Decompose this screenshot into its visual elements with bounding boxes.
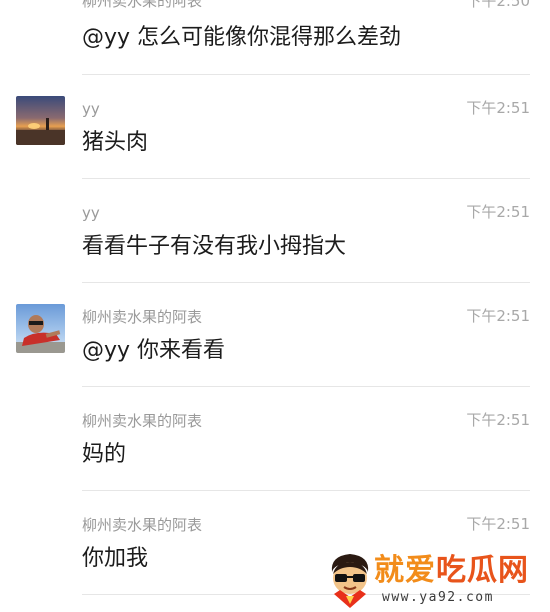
watermark-title-part1: 就爱 [374, 553, 436, 588]
sunset-photo-icon [16, 96, 65, 145]
message-time: 下午2:51 [466, 411, 530, 429]
message-text: 你加我 [82, 546, 149, 571]
message-text: @yy 怎么可能像你混得那么差劲 [82, 25, 402, 50]
message-sender: 柳州卖水果的阿表 [82, 308, 203, 326]
message-text: 看看牛子有没有我小拇指大 [82, 234, 347, 259]
chat-message[interactable]: 柳州卖水果的阿表 下午2:51 @yy 你来看看 [0, 283, 550, 386]
message-time: 下午2:51 [466, 307, 530, 325]
avatar[interactable] [16, 96, 65, 145]
message-sender: 柳州卖水果的阿表 [82, 516, 203, 534]
chat-message[interactable]: yy 下午2:51 猪头肉 [0, 75, 550, 178]
message-text: 妈的 [82, 442, 127, 467]
message-sender: 柳州卖水果的阿表 [82, 0, 203, 10]
message-sender: yy [82, 204, 100, 222]
message-sender: yy [82, 100, 100, 118]
chat-message-list[interactable]: 柳州卖水果的阿表 下午2:50 @yy 怎么可能像你混得那么差劲 yy 下午2:… [0, 0, 550, 609]
watermark-title-part2: 吃瓜网 [436, 553, 529, 588]
message-time: 下午2:51 [466, 99, 530, 117]
message-time: 下午2:50 [466, 0, 530, 10]
chat-message[interactable]: yy 下午2:51 看看牛子有没有我小拇指大 [0, 179, 550, 282]
watermark-title: 就爱吃瓜网 [374, 554, 529, 588]
cartoon-sunglasses-mascot-icon [326, 550, 374, 612]
message-time: 下午2:51 [466, 203, 530, 221]
chat-message[interactable]: 柳州卖水果的阿表 下午2:50 @yy 怎么可能像你混得那么差劲 [0, 0, 550, 70]
man-sunglasses-photo-icon [16, 304, 65, 353]
message-time: 下午2:51 [466, 515, 530, 533]
site-watermark: 就爱吃瓜网 www.ya92.com [322, 550, 550, 609]
avatar[interactable] [16, 304, 65, 353]
message-sender: 柳州卖水果的阿表 [82, 412, 203, 430]
message-text: 猪头肉 [82, 130, 149, 155]
chat-message[interactable]: 柳州卖水果的阿表 下午2:51 妈的 [0, 387, 550, 490]
message-text: @yy 你来看看 [82, 338, 226, 363]
watermark-url: www.ya92.com [382, 590, 494, 605]
